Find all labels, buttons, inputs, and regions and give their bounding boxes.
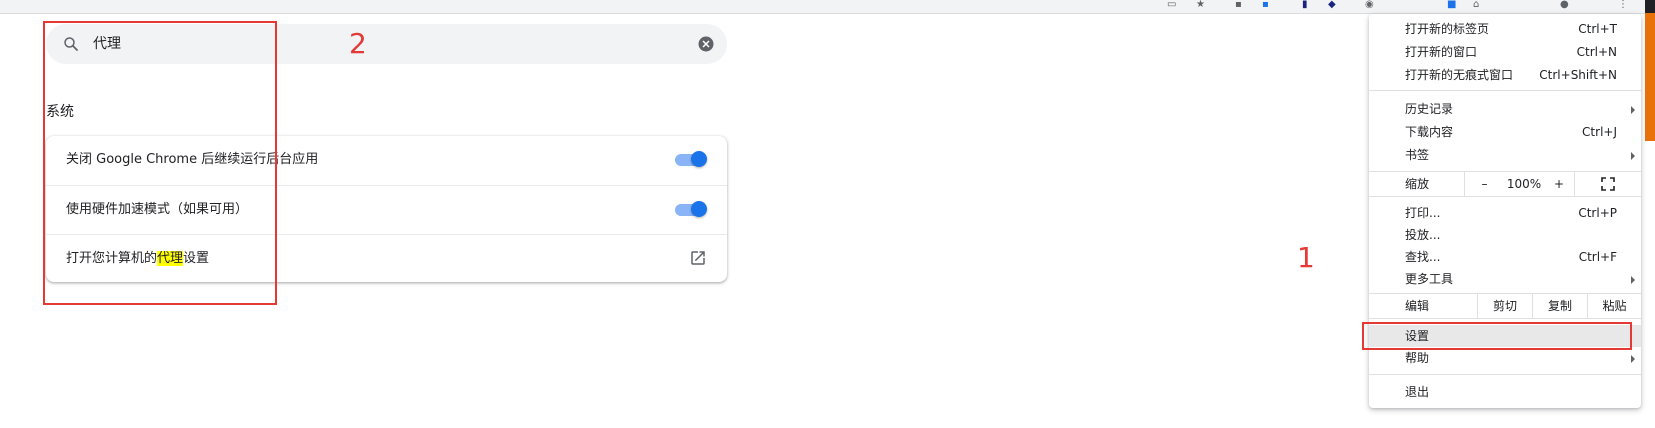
menu-label: 更多工具 — [1405, 272, 1454, 286]
menu-label: 打开新的无痕式窗口 — [1405, 68, 1514, 82]
annotation-box-2 — [43, 21, 277, 305]
zoom-level: 100% — [1506, 177, 1542, 191]
menu-item-new-window[interactable]: 打开新的窗口 Ctrl+N — [1369, 41, 1641, 63]
menu-label: 打开新的窗口 — [1405, 45, 1478, 59]
browser-toolbar: ▭ ★ ▪ ▪ ▮ ◆ ◉ ■ ⌂ ● ⋮ — [0, 0, 1655, 14]
zoom-in-button[interactable]: + — [1544, 172, 1574, 196]
submenu-arrow-icon — [1631, 355, 1635, 363]
menu-label: 查找... — [1405, 250, 1441, 264]
annotation-box-1 — [1362, 322, 1632, 350]
fullscreen-icon — [1601, 177, 1615, 191]
extension-icon[interactable]: ■ — [1447, 0, 1456, 10]
submenu-arrow-icon — [1631, 276, 1635, 284]
menu-item-help[interactable]: 帮助 — [1369, 347, 1641, 369]
menu-shortcut: Ctrl+F — [1578, 250, 1617, 264]
window-edge-accent — [1645, 13, 1655, 141]
menu-item-exit[interactable]: 退出 — [1369, 381, 1641, 403]
bookmark-star-icon[interactable]: ★ — [1196, 0, 1205, 10]
menu-divider — [1369, 90, 1641, 91]
clear-search-icon[interactable] — [697, 35, 715, 53]
avatar[interactable]: ● — [1560, 0, 1569, 10]
background-apps-toggle[interactable] — [675, 151, 707, 167]
paste-button[interactable]: 粘贴 — [1587, 294, 1641, 318]
menu-label: 帮助 — [1405, 351, 1430, 365]
annotation-number-2: 2 — [349, 27, 367, 60]
menu-item-new-tab[interactable]: 打开新的标签页 Ctrl+T — [1369, 18, 1641, 40]
menu-shortcut: Ctrl+Shift+N — [1539, 68, 1617, 82]
extension-icon[interactable]: ▪ — [1262, 0, 1269, 10]
menu-item-edit: 编辑 剪切 复制 粘贴 — [1369, 294, 1641, 318]
menu-shortcut: Ctrl+N — [1576, 45, 1617, 59]
menu-label: 打印... — [1405, 206, 1441, 220]
zoom-out-button[interactable]: – — [1464, 172, 1504, 196]
submenu-arrow-icon — [1631, 152, 1635, 160]
menu-shortcut: Ctrl+J — [1582, 125, 1617, 139]
menu-item-incognito[interactable]: 打开新的无痕式窗口 Ctrl+Shift+N — [1369, 64, 1641, 86]
menu-item-downloads[interactable]: 下载内容 Ctrl+J — [1369, 121, 1641, 143]
menu-dots-icon[interactable]: ⋮ — [1618, 0, 1628, 10]
menu-label: 历史记录 — [1405, 102, 1454, 116]
extension-icon[interactable]: ⌂ — [1473, 0, 1479, 10]
menu-divider — [1369, 196, 1641, 197]
extension-icon[interactable]: ◉ — [1365, 0, 1374, 10]
menu-label: 退出 — [1405, 385, 1430, 399]
fullscreen-button[interactable] — [1574, 172, 1641, 196]
page-icon[interactable]: ▭ — [1167, 0, 1176, 10]
menu-label: 打开新的标签页 — [1405, 22, 1490, 36]
menu-item-zoom: 缩放 – 100% + — [1369, 172, 1641, 196]
menu-item-cast[interactable]: 投放... — [1369, 224, 1641, 246]
menu-label: 编辑 — [1405, 299, 1430, 313]
menu-label: 书签 — [1405, 148, 1430, 162]
menu-item-history[interactable]: 历史记录 — [1369, 98, 1641, 120]
hardware-acceleration-toggle[interactable] — [675, 201, 707, 217]
copy-button[interactable]: 复制 — [1532, 294, 1587, 318]
submenu-arrow-icon — [1631, 106, 1635, 114]
menu-divider — [1369, 374, 1641, 375]
annotation-number-1: 1 — [1297, 241, 1315, 274]
extension-icon[interactable]: ▮ — [1302, 0, 1308, 10]
extension-icon[interactable]: ▪ — [1235, 0, 1242, 10]
menu-label: 投放... — [1405, 228, 1441, 242]
menu-shortcut: Ctrl+T — [1578, 22, 1617, 36]
cut-button[interactable]: 剪切 — [1477, 294, 1532, 318]
menu-shortcut: Ctrl+P — [1578, 206, 1617, 220]
open-external-icon[interactable] — [689, 249, 707, 267]
menu-item-print[interactable]: 打印... Ctrl+P — [1369, 202, 1641, 224]
menu-item-bookmarks[interactable]: 书签 — [1369, 144, 1641, 166]
menu-label: 缩放 — [1405, 177, 1430, 191]
menu-label: 下载内容 — [1405, 125, 1454, 139]
menu-divider — [1369, 318, 1641, 319]
menu-item-more-tools[interactable]: 更多工具 — [1369, 268, 1641, 290]
extension-icon[interactable]: ◆ — [1328, 0, 1336, 10]
menu-item-find[interactable]: 查找... Ctrl+F — [1369, 246, 1641, 268]
